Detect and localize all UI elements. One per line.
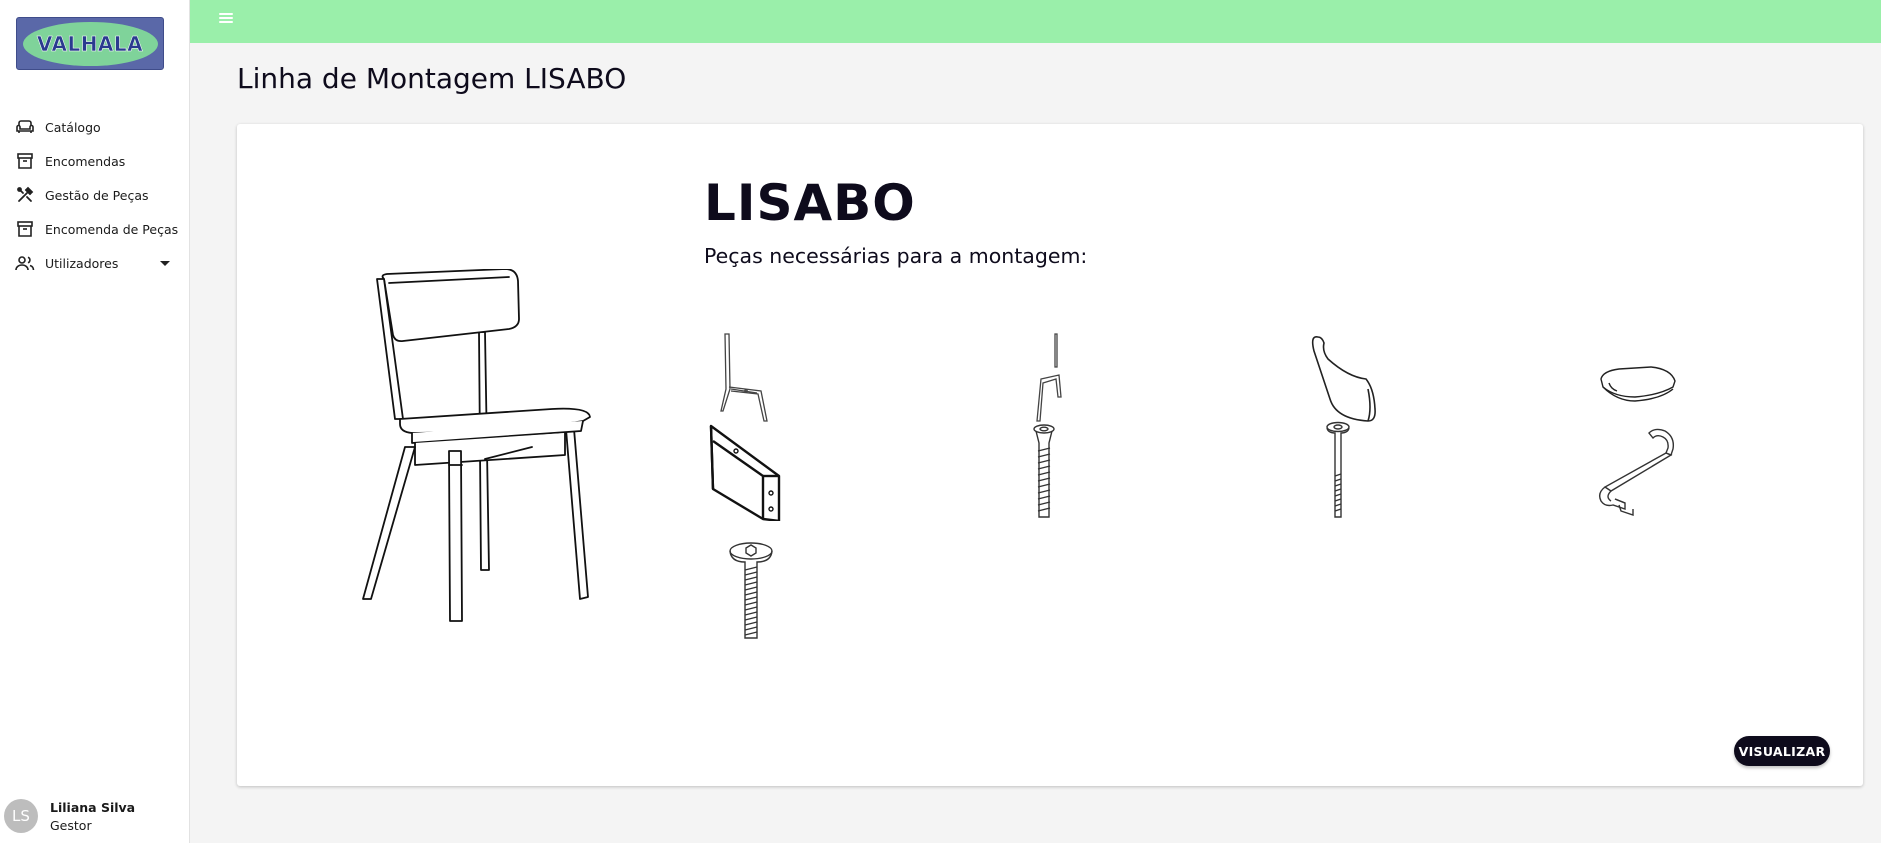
sidebar-item-label: Utilizadores	[45, 255, 119, 271]
sidebar-item-encomendas[interactable]: Encomendas	[0, 144, 189, 178]
archive-icon	[15, 151, 35, 171]
users-icon	[15, 253, 35, 273]
sidebar-item-label: Catálogo	[45, 119, 101, 135]
tools-icon	[15, 185, 35, 205]
sidebar-item-encomenda-de-pecas[interactable]: Encomenda de Peças	[0, 212, 189, 246]
parts-heading: Peças necessárias para a montagem:	[704, 244, 1088, 268]
valhala-logo[interactable]: VALHALA	[16, 17, 164, 70]
visualizar-button[interactable]: VISUALIZAR	[1734, 736, 1830, 766]
logo-text: VALHALA	[36, 31, 144, 56]
user-profile[interactable]: LS Liliana Silva Gestor	[4, 798, 135, 834]
hamburger-menu-icon[interactable]	[218, 11, 234, 25]
assembly-card: LISABO Peças necessárias para a montagem…	[237, 124, 1863, 786]
sidebar-item-catalogo[interactable]: Catálogo	[0, 110, 189, 144]
long-bolt-part-icon	[1288, 421, 1388, 521]
user-name: Liliana Silva	[50, 799, 136, 815]
allen-key-part-icon	[1581, 421, 1681, 521]
sidebar: VALHALA Catálogo Encomendas Gestão de Pe…	[0, 0, 190, 843]
leg-frame-narrow-part-icon	[993, 329, 1093, 429]
sidebar-nav: Catálogo Encomendas Gestão de Peças Enco…	[0, 110, 189, 280]
dowel-part-icon	[993, 421, 1093, 521]
product-name: LISABO	[704, 174, 916, 232]
user-role: Gestor	[50, 817, 92, 833]
top-app-bar	[190, 0, 1881, 43]
leg-frame-part-icon	[701, 329, 801, 429]
backrest-part-icon	[1288, 329, 1388, 429]
seat-part-icon	[1581, 329, 1681, 429]
sidebar-item-label: Gestão de Peças	[45, 187, 149, 203]
sidebar-item-label: Encomenda de Peças	[45, 221, 179, 237]
chair-drawing	[337, 268, 617, 624]
sidebar-item-utilizadores[interactable]: Utilizadores	[0, 246, 189, 280]
archive-icon	[15, 219, 35, 239]
screw-part-icon	[701, 542, 801, 642]
sidebar-item-gestao-de-pecas[interactable]: Gestão de Peças	[0, 178, 189, 212]
avatar: LS	[4, 799, 38, 833]
sofa-icon	[15, 117, 35, 137]
chevron-down-icon[interactable]	[160, 261, 170, 266]
bracket-part-icon	[701, 421, 801, 523]
page-title: Linha de Montagem LISABO	[237, 62, 627, 95]
sidebar-item-label: Encomendas	[45, 153, 126, 169]
